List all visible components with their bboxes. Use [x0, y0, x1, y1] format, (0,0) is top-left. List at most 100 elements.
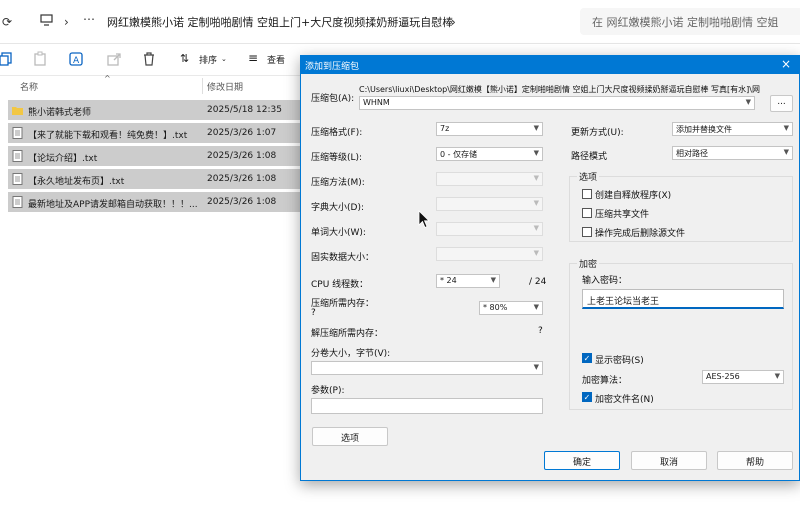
ok-button[interactable]: 确定: [544, 451, 620, 470]
sort-icon[interactable]: ⇅: [180, 52, 196, 68]
file-row[interactable]: 【来了就能下载和观看！纯免费！】.txt 2025/3/26 1:07: [8, 123, 300, 143]
refresh-icon[interactable]: ⟳: [2, 15, 12, 29]
dict-label: 字典大小(D):: [311, 203, 364, 213]
text-file-icon: [12, 150, 23, 162]
file-row[interactable]: 【论坛介绍】.txt 2025/3/26 1:08: [8, 146, 300, 166]
chevron-down-icon: ▼: [533, 199, 539, 207]
rename-icon[interactable]: A: [68, 51, 84, 67]
view-icon[interactable]: ≡: [248, 51, 264, 67]
dialog-title-text: 添加到压缩包: [305, 62, 360, 72]
pathmode-value: 相对路径: [676, 149, 708, 158]
word-label: 单词大小(W):: [311, 228, 366, 238]
dialog-title[interactable]: 添加到压缩包 ×: [301, 56, 799, 74]
chevron-down-icon: ⌄: [221, 55, 227, 63]
params-input[interactable]: [311, 398, 543, 414]
file-row[interactable]: 【永久地址发布页】.txt 2025/3/26 1:08: [8, 169, 300, 189]
sort-button[interactable]: 排序: [199, 53, 217, 66]
mouse-cursor-icon: [418, 210, 430, 229]
file-date: 2025/5/18 12:35: [207, 105, 282, 115]
cpu-total: / 24: [529, 277, 547, 287]
dict-select[interactable]: ▼: [436, 197, 543, 211]
split-label: 分卷大小，字节(V):: [311, 349, 391, 359]
browse-button[interactable]: ...: [770, 95, 793, 112]
format-select[interactable]: 7z ▼: [436, 122, 543, 136]
password-label: 输入密码：: [582, 276, 628, 286]
delete-source-label[interactable]: 操作完成后删除源文件: [595, 226, 685, 239]
level-select[interactable]: 0 - 仅存储 ▼: [436, 147, 543, 161]
enc-method-label: 加密算法：: [582, 376, 628, 386]
encrypt-names-checkbox[interactable]: ✓: [582, 392, 592, 402]
format-value: 7z: [440, 124, 450, 133]
password-input[interactable]: 上老王论坛当老王: [582, 289, 784, 309]
password-value: 上老王论坛当老王: [587, 297, 660, 307]
delete-icon[interactable]: [141, 51, 157, 67]
encrypt-names-label[interactable]: 加密文件名(N): [595, 392, 654, 405]
show-password-label[interactable]: 显示密码(S): [595, 353, 644, 366]
pathmode-select[interactable]: 相对路径 ▼: [672, 146, 793, 160]
copy-icon[interactable]: [0, 51, 14, 67]
breadcrumb[interactable]: 网红嫩模熊小诺 定制啪啪剧情 空姐上门+大尺度视频揉奶掰逼玩自慰棒: [107, 14, 453, 30]
enc-method-value: AES-256: [706, 372, 740, 381]
column-divider[interactable]: [202, 78, 203, 94]
column-header-date[interactable]: 修改日期: [207, 80, 243, 93]
method-label: 压缩方法(M):: [311, 178, 365, 188]
chevron-down-icon: ▼: [783, 148, 789, 156]
options-group-title: 选项: [577, 170, 600, 183]
more-icon[interactable]: ⋯: [83, 12, 95, 26]
file-row[interactable]: 熊小诺韩式老师 2025/5/18 12:35: [8, 100, 300, 120]
level-value: 0 - 仅存储: [440, 150, 478, 159]
memory-select[interactable]: * 80% ▼: [479, 301, 543, 315]
split-combo[interactable]: ▼: [311, 361, 543, 375]
share-icon[interactable]: [106, 51, 122, 67]
mem-decomp-label: 解压缩所需内存：: [311, 329, 384, 339]
solid-label: 固实数据大小：: [311, 253, 375, 263]
chevron-right-icon: ›: [64, 15, 69, 29]
file-row[interactable]: 最新地址及APP请发邮箱自动获取！！！... 2025/3/26 1:08: [8, 192, 300, 212]
show-password-checkbox[interactable]: ✓: [582, 353, 592, 363]
params-label: 参数(P):: [311, 386, 345, 396]
shared-checkbox[interactable]: [582, 208, 592, 218]
archive-path: C:\Users\liuxi\Desktop\网红嫩模【熊小诺】定制啪啪剧情 空…: [359, 85, 760, 94]
column-header-name[interactable]: 名称: [20, 80, 38, 93]
paste-icon[interactable]: [32, 51, 48, 67]
shared-label[interactable]: 压缩共享文件: [595, 207, 649, 220]
options-button[interactable]: 选项: [312, 427, 388, 446]
file-name: 【论坛介绍】.txt: [28, 154, 98, 164]
update-value: 添加并替换文件: [676, 125, 732, 134]
close-icon[interactable]: ×: [781, 57, 791, 71]
file-name: 【来了就能下载和观看！纯免费！】.txt: [28, 131, 188, 141]
monitor-icon[interactable]: [40, 14, 53, 26]
method-select[interactable]: ▼: [436, 172, 543, 186]
enc-method-select[interactable]: AES-256 ▼: [702, 370, 784, 384]
chevron-down-icon: ▼: [533, 249, 539, 257]
cpu-select[interactable]: * 24 ▼: [436, 274, 500, 288]
chevron-down-icon: ▼: [774, 372, 780, 380]
folder-icon: [12, 107, 23, 115]
cpu-value: * 24: [440, 276, 457, 285]
word-select[interactable]: ▼: [436, 222, 543, 236]
delete-source-checkbox[interactable]: [582, 227, 592, 237]
help-button[interactable]: 帮助: [717, 451, 793, 470]
update-label: 更新方式(U):: [571, 128, 624, 138]
chevron-right-icon: ›: [451, 15, 456, 29]
view-button[interactable]: 查看: [267, 53, 285, 66]
update-select[interactable]: 添加并替换文件 ▼: [672, 122, 793, 136]
chevron-down-icon: ▼: [490, 276, 496, 284]
text-file-icon: [12, 173, 23, 185]
address-bar: ⟳ › ⋯ 网红嫩模熊小诺 定制啪啪剧情 空姐上门+大尺度视频揉奶掰逼玩自慰棒 …: [0, 0, 800, 44]
mem-decomp-value: ?: [538, 326, 543, 336]
chevron-down-icon: ▼: [533, 174, 539, 182]
sfx-checkbox[interactable]: [582, 189, 592, 199]
chevron-down-icon: ▼: [533, 303, 539, 311]
search-input[interactable]: 在 网红嫩模熊小诺 定制啪啪剧情 空姐: [580, 8, 800, 35]
file-date: 2025/3/26 1:08: [207, 174, 277, 184]
archive-name-combo[interactable]: WHNM ▼: [359, 96, 755, 110]
solid-select[interactable]: ▼: [436, 247, 543, 261]
cancel-button[interactable]: 取消: [631, 451, 707, 470]
text-file-icon: [12, 127, 23, 139]
file-date: 2025/3/26 1:08: [207, 151, 277, 161]
format-label: 压缩格式(F):: [311, 128, 363, 138]
sfx-label[interactable]: 创建自释放程序(X): [595, 188, 671, 201]
chevron-down-icon: ▼: [783, 124, 789, 132]
cpu-label: CPU 线程数：: [311, 280, 369, 290]
